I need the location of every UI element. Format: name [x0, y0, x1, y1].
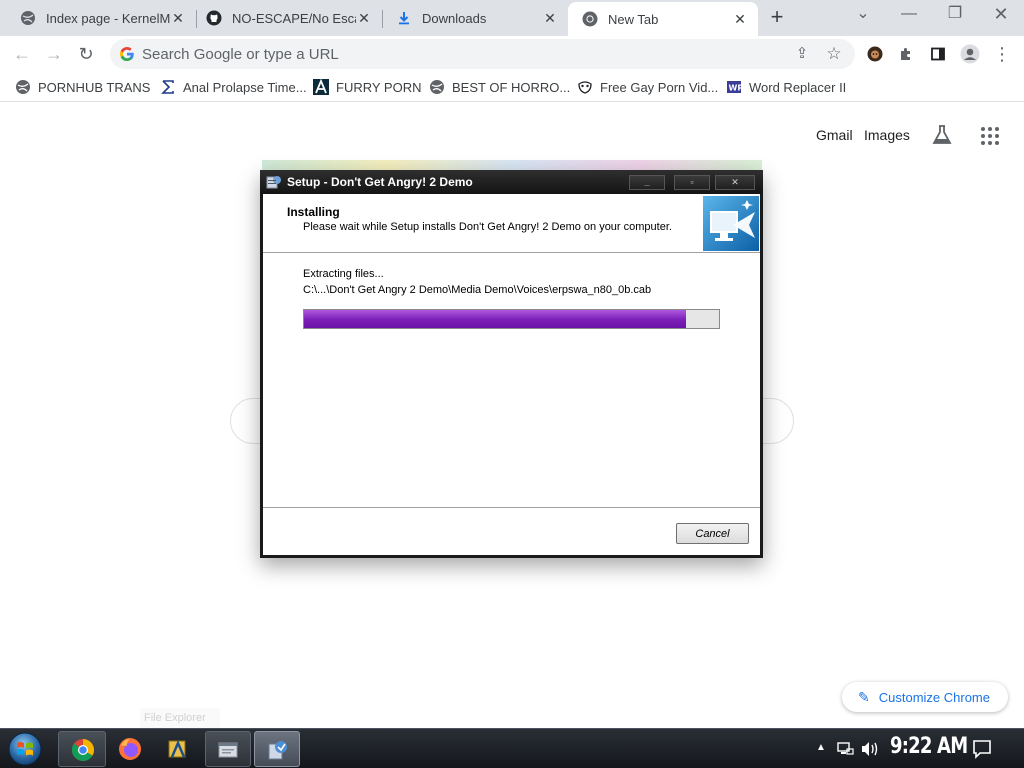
taskbar-file-explorer[interactable]	[156, 731, 200, 767]
close-icon[interactable]: ✕	[542, 10, 558, 26]
star-icon[interactable]: ☆	[820, 40, 848, 68]
forward-arrow-icon[interactable]: →	[40, 40, 68, 68]
wr-icon: WR	[727, 81, 743, 93]
new-tab-button[interactable]: +	[764, 5, 790, 31]
setup-client-area: Installing Please wait while Setup insta…	[263, 194, 760, 555]
images-link[interactable]: Images	[864, 127, 910, 143]
pencil-icon: ✎	[858, 688, 870, 705]
close-window-button[interactable]: ✕	[978, 0, 1024, 30]
apps-grid-icon[interactable]	[980, 126, 1000, 146]
close-icon[interactable]: ✕	[356, 10, 372, 26]
tab-index-page[interactable]: Index page - KernelM ✕	[6, 2, 196, 34]
setup-minimize-button[interactable]: _	[629, 175, 665, 190]
tray-overflow-icon[interactable]: ▲	[816, 742, 826, 753]
setup-maximize-button[interactable]: ▫	[674, 175, 710, 190]
setup-title-text: Setup - Don't Get Angry! 2 Demo	[287, 175, 473, 189]
install-progress-bar	[303, 309, 720, 329]
tab-search-icon[interactable]: ⌄	[840, 0, 886, 30]
github-icon	[206, 10, 222, 26]
close-icon[interactable]: ✕	[732, 11, 748, 27]
extract-path: C:\...\Don't Get Angry 2 Demo\Media Demo…	[303, 284, 652, 296]
setup-close-button[interactable]: ✕	[715, 175, 755, 190]
setup-heading: Installing	[287, 205, 340, 219]
a-logo-icon	[313, 79, 329, 95]
globe-icon	[21, 11, 35, 25]
download-icon	[399, 12, 409, 25]
side-panel-icon[interactable]	[924, 40, 952, 68]
taskbar-clock[interactable]: 9:22 AM	[890, 734, 968, 759]
start-button-windows-icon[interactable]	[6, 731, 44, 767]
taskbar: ▲	[0, 728, 1024, 768]
toolbar: ← → ↻ ⇪ ☆ ⋮	[0, 36, 1024, 70]
taskbar-firefox[interactable]	[108, 731, 152, 767]
taskbar-window[interactable]	[205, 731, 251, 767]
puzzle-extensions-icon[interactable]	[892, 40, 920, 68]
extension-avatar-icon[interactable]	[861, 40, 889, 68]
close-icon[interactable]: ✕	[170, 10, 186, 26]
tab-title: New Tab	[608, 11, 659, 27]
setup-divider	[263, 507, 760, 508]
window-icon	[218, 742, 238, 758]
setup-app-icon	[266, 176, 281, 189]
mask-icon	[578, 81, 592, 94]
labs-flask-icon[interactable]	[931, 124, 953, 146]
globe-icon	[16, 80, 30, 94]
network-icon[interactable]	[836, 740, 854, 758]
gmail-link[interactable]: Gmail	[816, 127, 853, 143]
file-explorer-icon	[168, 739, 186, 758]
setup-titlebar[interactable]: Setup - Don't Get Angry! 2 Demo _ ▫ ✕	[260, 170, 763, 194]
tab-downloads[interactable]: Downloads ✕	[382, 2, 568, 34]
tab-title: Index page - KernelM	[46, 10, 170, 26]
firefox-icon	[119, 738, 141, 760]
tab-title: NO-ESCAPE/No Esca	[232, 10, 356, 26]
back-arrow-icon[interactable]: ←	[8, 40, 36, 68]
chrome-icon	[582, 11, 598, 27]
omnibox[interactable]	[110, 39, 855, 69]
bookmark-item[interactable]: Free Gay Porn Vid...	[577, 76, 718, 98]
svg-text:WR: WR	[729, 84, 743, 93]
bookmarks-bar: PORNHUB TRANS Anal Prolapse Time... FURR…	[0, 70, 1024, 102]
minimize-button[interactable]: —	[886, 0, 932, 30]
bookmark-item[interactable]: BEST OF HORRO...	[429, 76, 570, 98]
progress-fill	[304, 310, 686, 328]
action-center-icon[interactable]	[972, 739, 992, 759]
bookmark-item[interactable]: WR Word Replacer II	[726, 76, 846, 98]
bookmark-item[interactable]: Anal Prolapse Time...	[160, 76, 307, 98]
bookmark-item[interactable]: PORNHUB TRANS	[15, 76, 150, 98]
tab-no-escape[interactable]: NO-ESCAPE/No Esca ✕	[192, 2, 382, 34]
taskbar-setup[interactable]	[254, 731, 300, 767]
tab-title: Downloads	[422, 10, 487, 26]
chrome-icon	[71, 739, 94, 761]
share-icon[interactable]: ⇪	[788, 40, 816, 68]
tab-strip: Index page - KernelM ✕ NO-ESCAPE/No Esca…	[0, 0, 1024, 36]
restore-button[interactable]: ❐	[932, 0, 978, 30]
customize-label: Customize Chrome	[878, 689, 990, 705]
menu-kebab-icon[interactable]: ⋮	[988, 40, 1016, 68]
taskbar-tooltip: File Explorer	[140, 708, 220, 728]
setup-subheading: Please wait while Setup installs Don't G…	[303, 221, 672, 233]
tab-new-tab[interactable]: New Tab ✕	[568, 2, 758, 36]
extract-status: Extracting files...	[303, 268, 384, 280]
bookmark-label: PORNHUB TRANS	[38, 79, 151, 95]
profile-avatar-icon[interactable]	[956, 40, 984, 68]
bookmark-item[interactable]: FURRY PORN	[313, 76, 421, 98]
sigma-icon	[161, 80, 174, 94]
cancel-button[interactable]: Cancel	[676, 523, 749, 544]
setup-header: Installing Please wait while Setup insta…	[263, 194, 760, 253]
bookmark-label: Free Gay Porn Vid...	[600, 79, 719, 95]
bookmark-label: Anal Prolapse Time...	[183, 79, 307, 95]
installer-computer-icon	[703, 196, 759, 251]
reload-icon[interactable]: ↻	[72, 40, 100, 68]
taskbar-chrome[interactable]	[58, 731, 106, 767]
bookmark-label: BEST OF HORRO...	[452, 79, 571, 95]
bookmark-label: FURRY PORN	[336, 79, 422, 95]
google-g-icon	[119, 47, 134, 62]
setup-icon	[268, 741, 287, 760]
customize-chrome-button[interactable]: ✎ Customize Chrome	[842, 682, 1008, 712]
search-input[interactable]	[142, 39, 772, 69]
globe-icon	[430, 80, 444, 94]
bookmark-label: Word Replacer II	[749, 79, 847, 95]
volume-icon[interactable]	[860, 740, 880, 758]
setup-window: Setup - Don't Get Angry! 2 Demo _ ▫ ✕ In…	[260, 170, 763, 558]
